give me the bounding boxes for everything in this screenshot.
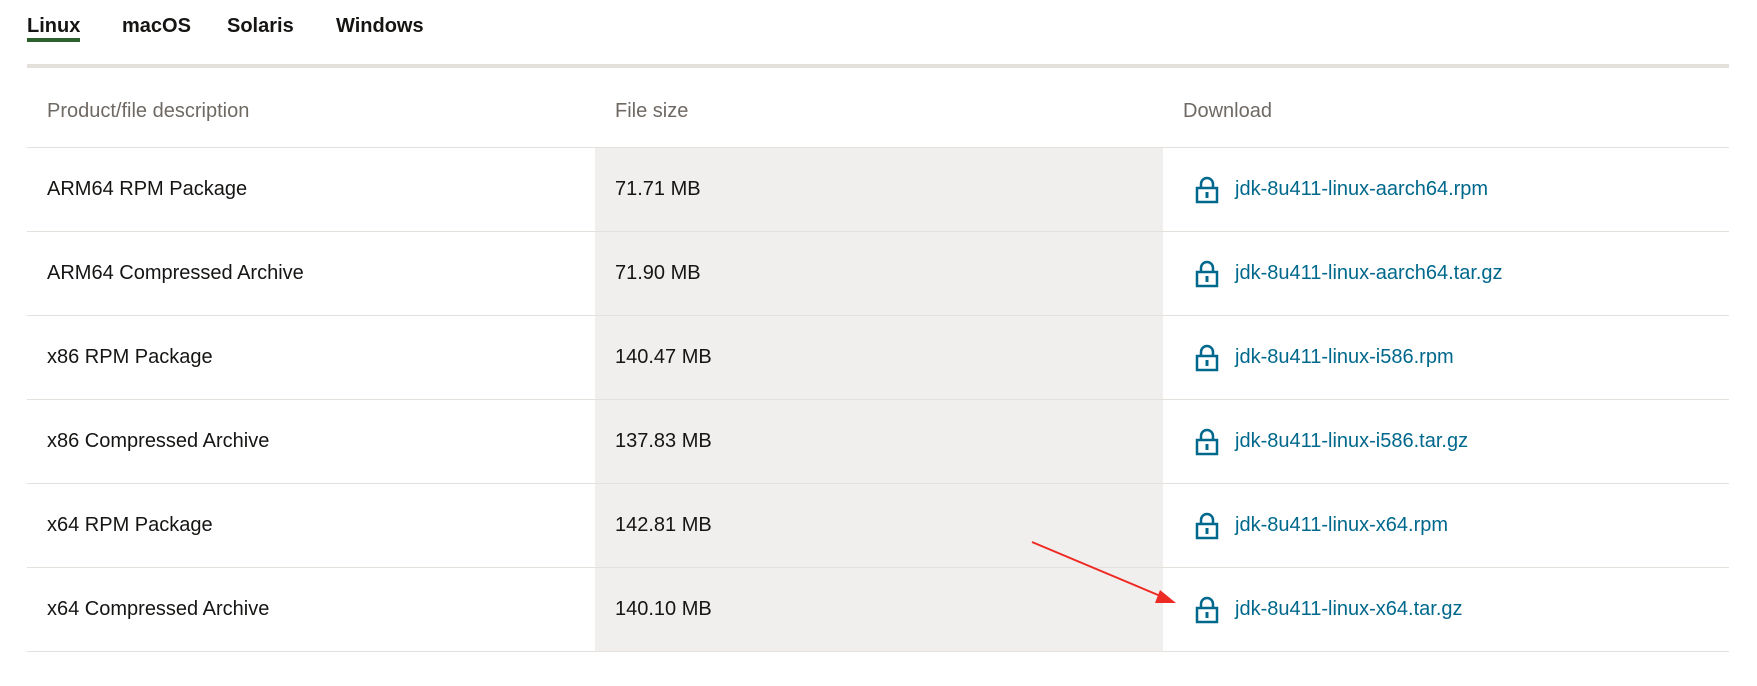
table-row: ARM64 RPM Package 71.71 MB jdk-8u411-linux…	[27, 148, 1729, 232]
file-size-text: 140.10 MB	[615, 598, 712, 620]
header-file-size: File size	[615, 100, 689, 122]
description-text: ARM64 RPM Package	[47, 178, 248, 200]
lock-icon	[1195, 596, 1219, 623]
tab-solaris[interactable]: Solaris	[227, 15, 294, 38]
header-description: Product/file description	[47, 100, 250, 122]
row-download: jdk-8u411-linux-aarch64.tar.gz	[1163, 232, 1729, 315]
tab-windows[interactable]: Windows	[336, 15, 424, 38]
table-header-row: Product/file description File size Downl…	[27, 67, 1729, 148]
tab-linux-label: Linux	[27, 15, 81, 37]
row-description: ARM64 Compressed Archive	[27, 232, 595, 315]
description-text: x64 RPM Package	[47, 514, 213, 536]
tab-macos-label: macOS	[122, 15, 191, 37]
table-row: x64 RPM Package 142.81 MB jdk-8u411-linux-…	[27, 484, 1729, 568]
downloads-table: Product/file description File size Downl…	[27, 67, 1729, 652]
row-description: x64 Compressed Archive	[27, 568, 595, 651]
row-file-size: 71.90 MB	[595, 232, 1163, 315]
lock-icon	[1195, 176, 1219, 203]
download-link[interactable]: jdk-8u411-linux-aarch64.rpm	[1235, 178, 1488, 201]
os-tab-bar: Linux macOS Solaris Windows	[27, 0, 1729, 68]
lock-icon	[1195, 344, 1219, 371]
file-size-text: 142.81 MB	[615, 514, 712, 536]
lock-icon	[1195, 512, 1219, 539]
file-size-text: 71.71 MB	[615, 178, 701, 200]
download-link[interactable]: jdk-8u411-linux-i586.tar.gz	[1235, 430, 1468, 453]
file-size-text: 71.90 MB	[615, 262, 701, 284]
row-download: jdk-8u411-linux-i586.tar.gz	[1163, 400, 1729, 483]
table-row: x86 RPM Package 140.47 MB jdk-8u411-linux-…	[27, 316, 1729, 400]
file-size-text: 140.47 MB	[615, 346, 712, 368]
row-description: ARM64 RPM Package	[27, 148, 595, 231]
row-description: x86 Compressed Archive	[27, 400, 595, 483]
table-row: ARM64 Compressed Archive 71.90 MB jdk-8u41…	[27, 232, 1729, 316]
file-size-text: 137.83 MB	[615, 430, 712, 452]
tab-linux[interactable]: Linux	[27, 15, 81, 42]
row-file-size: 140.47 MB	[595, 316, 1163, 399]
description-text: ARM64 Compressed Archive	[47, 262, 304, 284]
row-download: jdk-8u411-linux-i586.rpm	[1163, 316, 1729, 399]
row-download: jdk-8u411-linux-x64.rpm	[1163, 484, 1729, 567]
table-row: x64 Compressed Archive 140.10 MB jdk-8u411…	[27, 568, 1729, 652]
table-row: x86 Compressed Archive 137.83 MB jdk-8u411…	[27, 400, 1729, 484]
description-text: x64 Compressed Archive	[47, 598, 270, 620]
row-file-size: 142.81 MB	[595, 484, 1163, 567]
row-file-size: 140.10 MB	[595, 568, 1163, 651]
row-file-size: 71.71 MB	[595, 148, 1163, 231]
description-text: x86 RPM Package	[47, 346, 213, 368]
row-download: jdk-8u411-linux-aarch64.rpm	[1163, 148, 1729, 231]
download-link[interactable]: jdk-8u411-linux-aarch64.tar.gz	[1235, 262, 1503, 285]
tab-windows-label: Windows	[336, 15, 424, 37]
download-link[interactable]: jdk-8u411-linux-x64.rpm	[1235, 514, 1448, 537]
download-link[interactable]: jdk-8u411-linux-x64.tar.gz	[1235, 598, 1463, 621]
row-description: x86 RPM Package	[27, 316, 595, 399]
header-download: Download	[1183, 100, 1272, 122]
description-text: x86 Compressed Archive	[47, 430, 270, 452]
row-download: jdk-8u411-linux-x64.tar.gz	[1163, 568, 1729, 651]
row-file-size: 137.83 MB	[595, 400, 1163, 483]
row-description: x64 RPM Package	[27, 484, 595, 567]
lock-icon	[1195, 260, 1219, 287]
tab-macos[interactable]: macOS	[122, 15, 191, 38]
download-link[interactable]: jdk-8u411-linux-i586.rpm	[1235, 346, 1454, 369]
tab-solaris-label: Solaris	[227, 15, 294, 37]
lock-icon	[1195, 428, 1219, 455]
active-tab-indicator	[27, 38, 80, 42]
